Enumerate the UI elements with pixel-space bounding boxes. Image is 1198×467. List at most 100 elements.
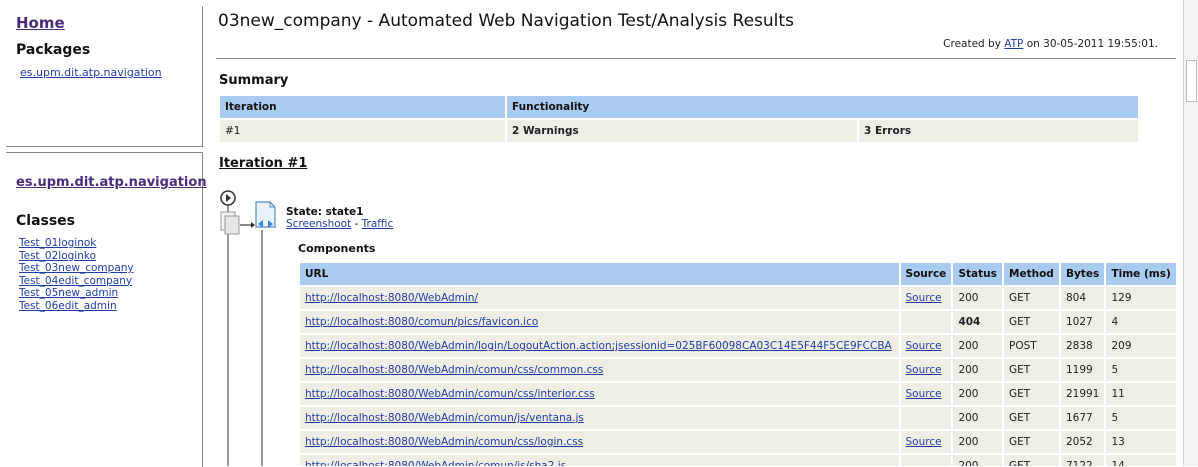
scrollbar-thumb[interactable]	[1186, 60, 1197, 102]
url-cell: http://localhost:8080/WebAdmin/login/Log…	[300, 335, 899, 357]
source-cell	[900, 311, 952, 333]
summary-col-iteration: Iteration	[220, 96, 505, 118]
components-col-header: Source	[900, 263, 952, 285]
package-link[interactable]: es.upm.dit.atp.navigation	[20, 66, 162, 79]
url-cell: http://localhost:8080/WebAdmin/comun/css…	[300, 383, 899, 405]
components-col-header: Method	[1004, 263, 1059, 285]
status-cell: 200	[953, 383, 1002, 405]
time-cell: 209	[1106, 335, 1176, 357]
bytes-cell: 1677	[1060, 407, 1105, 429]
table-row: http://localhost:8080/WebAdmin/comun/css…	[300, 431, 1176, 453]
method-cell: POST	[1004, 335, 1059, 357]
method-cell: GET	[1004, 455, 1059, 466]
components-col-header: URL	[300, 263, 899, 285]
table-row: http://localhost:8080/comun/pics/favicon…	[300, 311, 1176, 333]
summary-col-functionality: Functionality	[507, 96, 1138, 118]
time-cell: 13	[1106, 431, 1176, 453]
page-title: 03new_company - Automated Web Navigation…	[218, 11, 794, 31]
packages-pane: Home Packages es.upm.dit.atp.navigation	[6, 6, 203, 147]
class-link[interactable]: Test_04edit_company	[19, 275, 132, 287]
summary-table: Iteration Functionality #1 2 Warnings 3 …	[218, 94, 1140, 144]
url-link[interactable]: http://localhost:8080/comun/pics/favicon…	[305, 316, 538, 328]
status-cell: 200	[953, 335, 1002, 357]
status-cell: 200	[953, 287, 1002, 309]
iteration-heading: Iteration #1	[219, 156, 308, 171]
vertical-scrollbar[interactable]	[1183, 0, 1198, 466]
url-link[interactable]: http://localhost:8080/WebAdmin/comun/css…	[305, 364, 603, 376]
method-cell: GET	[1004, 407, 1059, 429]
url-link[interactable]: http://localhost:8080/WebAdmin/comun/js/…	[305, 460, 566, 466]
class-link[interactable]: Test_06edit_admin	[19, 300, 117, 312]
bytes-cell: 1027	[1060, 311, 1105, 333]
url-cell: http://localhost:8080/WebAdmin/comun/js/…	[300, 407, 899, 429]
class-list-item: Test_04edit_company	[19, 275, 134, 288]
source-link[interactable]: Source	[906, 340, 942, 352]
left-frames: Home Packages es.upm.dit.atp.navigation …	[0, 0, 207, 467]
source-link[interactable]: Source	[906, 436, 942, 448]
table-row: http://localhost:8080/WebAdmin/Source 200…	[300, 287, 1176, 309]
source-cell: Source	[900, 359, 952, 381]
created-line: Created by ATP on 30-05-2011 19:55:01.	[943, 38, 1158, 50]
class-list-item: Test_02loginko	[19, 250, 134, 263]
bytes-cell: 2838	[1060, 335, 1105, 357]
class-link[interactable]: Test_02loginko	[19, 250, 96, 262]
class-list: Test_01loginok Test_02loginko Test_03new_c…	[19, 237, 134, 312]
url-link[interactable]: http://localhost:8080/WebAdmin/	[305, 292, 478, 304]
home-link[interactable]: Home	[16, 14, 65, 32]
url-cell: http://localhost:8080/WebAdmin/	[300, 287, 899, 309]
url-link[interactable]: http://localhost:8080/WebAdmin/login/Log…	[305, 340, 892, 352]
packages-heading: Packages	[16, 42, 91, 58]
url-link[interactable]: http://localhost:8080/WebAdmin/comun/css…	[305, 436, 583, 448]
components-col-header: Bytes	[1060, 263, 1105, 285]
bytes-cell: 2052	[1060, 431, 1105, 453]
table-row: http://localhost:8080/WebAdmin/comun/js/…	[300, 455, 1176, 466]
class-link[interactable]: Test_03new_company	[19, 262, 134, 274]
state-flow-diagram	[220, 190, 276, 466]
components-table: URL Source Status Method Bytes Time (ms) http…	[298, 261, 1178, 466]
package-title-link[interactable]: es.upm.dit.atp.navigation	[16, 175, 207, 190]
class-list-item: Test_06edit_admin	[19, 300, 134, 313]
method-cell: GET	[1004, 431, 1059, 453]
play-circle-icon[interactable]	[220, 190, 236, 206]
source-cell: Source	[900, 383, 952, 405]
screenshot-link[interactable]: Screenshoot	[286, 218, 351, 230]
components-col-header: Time (ms)	[1106, 263, 1176, 285]
status-cell: 200	[953, 359, 1002, 381]
classes-pane: es.upm.dit.atp.navigation Classes Test_0…	[6, 152, 207, 467]
source-cell	[900, 455, 952, 466]
status-cell: 200	[953, 431, 1002, 453]
traffic-link[interactable]: Traffic	[362, 218, 394, 230]
source-link[interactable]: Source	[906, 388, 942, 400]
state-title: State: state1	[286, 206, 364, 218]
source-link[interactable]: Source	[906, 364, 942, 376]
table-row: http://localhost:8080/WebAdmin/comun/css…	[300, 383, 1176, 405]
bytes-cell: 804	[1060, 287, 1105, 309]
summary-iteration-cell: #1	[220, 120, 505, 142]
url-link[interactable]: http://localhost:8080/WebAdmin/comun/js/…	[305, 412, 584, 424]
time-cell: 4	[1106, 311, 1176, 333]
summary-heading: Summary	[219, 73, 289, 88]
source-link[interactable]: Source	[906, 292, 942, 304]
author-link[interactable]: ATP	[1004, 38, 1023, 50]
url-cell: http://localhost:8080/WebAdmin/comun/js/…	[300, 455, 899, 466]
class-link[interactable]: Test_01loginok	[19, 237, 96, 249]
url-link[interactable]: http://localhost:8080/WebAdmin/comun/css…	[305, 388, 595, 400]
link-separator: -	[351, 218, 362, 230]
source-cell	[900, 407, 952, 429]
class-list-item: Test_01loginok	[19, 237, 134, 250]
class-link[interactable]: Test_05new_admin	[19, 287, 118, 299]
time-cell: 11	[1106, 383, 1176, 405]
components-heading: Components	[298, 242, 376, 255]
time-cell: 129	[1106, 287, 1176, 309]
source-cell: Source	[900, 335, 952, 357]
status-cell: 200	[953, 407, 1002, 429]
document-stack-icon	[220, 211, 240, 235]
time-cell: 5	[1106, 407, 1176, 429]
method-cell: GET	[1004, 287, 1059, 309]
bytes-cell: 7122	[1060, 455, 1105, 466]
table-row: http://localhost:8080/WebAdmin/comun/js/…	[300, 407, 1176, 429]
method-cell: GET	[1004, 383, 1059, 405]
url-cell: http://localhost:8080/comun/pics/favicon…	[300, 311, 899, 333]
divider	[216, 58, 1176, 59]
method-cell: GET	[1004, 359, 1059, 381]
